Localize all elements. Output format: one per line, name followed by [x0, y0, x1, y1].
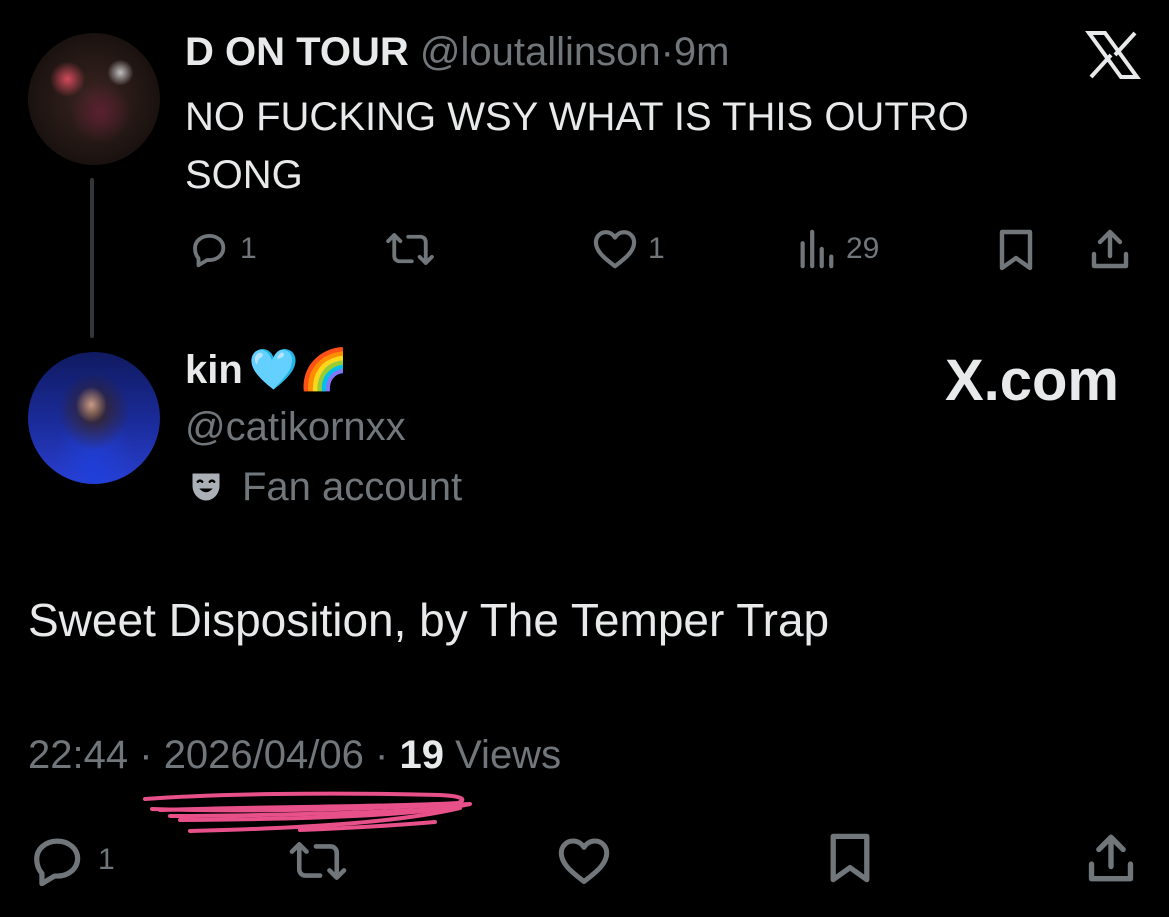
reply-icon — [193, 233, 226, 268]
reply-icon — [34, 838, 81, 886]
bookmark-icon — [999, 229, 1033, 271]
parent-tweet-text: NO FUCKING WSY WHAT IS THIS OUTRO SONG — [185, 95, 969, 197]
parent-like-count: 1 — [648, 232, 665, 265]
parent-avatar[interactable] — [28, 33, 160, 165]
x-com-logo: X.com — [944, 348, 1119, 413]
parent-views-count: 29 — [846, 232, 880, 265]
tweet-date[interactable]: 2026/04/06 — [164, 733, 364, 777]
views-icon — [800, 229, 834, 269]
parent-display-name[interactable]: D ON TOUR — [185, 30, 409, 74]
views-label: Views — [455, 733, 562, 777]
parent-reply-button[interactable]: 1 — [188, 228, 257, 270]
heart-icon — [593, 230, 637, 269]
parent-separator: · — [660, 30, 674, 74]
meta-separator-1: · — [139, 733, 153, 777]
x-logo-icon — [1085, 30, 1141, 85]
bookmark-icon — [830, 833, 870, 883]
reply-tweet-meta: 22:44 · 2026/04/06 · 19 Views — [28, 730, 561, 780]
theater-mask-icon — [192, 473, 220, 501]
share-icon — [1091, 229, 1129, 269]
parent-views-button[interactable]: 29 — [796, 228, 879, 270]
thread-line — [90, 178, 94, 338]
retweet-icon — [289, 842, 347, 880]
name-emojis: 🩵🌈 — [248, 348, 349, 392]
views-count[interactable]: 19 — [399, 733, 444, 777]
reply-name-row: kin 🩵🌈 — [185, 345, 348, 395]
parent-reply-count: 1 — [240, 232, 257, 265]
parent-bookmark-button[interactable] — [996, 228, 1036, 272]
parent-time-ago[interactable]: 9m — [674, 30, 730, 74]
share-icon — [1088, 834, 1134, 882]
reply-avatar[interactable] — [28, 352, 160, 484]
account-label-text: Fan account — [242, 465, 463, 509]
reply-retweet-button[interactable] — [287, 836, 349, 886]
parent-share-button[interactable] — [1088, 226, 1132, 272]
heart-icon — [558, 838, 610, 884]
retweet-icon — [386, 233, 434, 265]
parent-retweet-button[interactable] — [385, 228, 435, 270]
reply-reply-button[interactable]: 1 — [28, 834, 115, 886]
parent-handle[interactable]: @loutallinson — [420, 30, 661, 74]
reply-bookmark-button[interactable] — [826, 830, 874, 886]
reply-share-button[interactable] — [1084, 830, 1138, 886]
reply-display-name[interactable]: kin — [185, 345, 243, 395]
tweet-time[interactable]: 22:44 — [28, 733, 128, 777]
reply-reply-count: 1 — [98, 843, 115, 876]
parent-tweet-header: D ON TOUR @loutallinson·9m — [185, 28, 730, 76]
account-label: Fan account — [188, 462, 462, 512]
meta-separator-2: · — [375, 733, 389, 777]
parent-like-button[interactable]: 1 — [592, 228, 665, 270]
reply-like-button[interactable] — [555, 836, 613, 886]
reply-handle[interactable]: @catikornxx — [185, 402, 406, 452]
reply-tweet-text: Sweet Disposition, by The Temper Trap — [28, 594, 830, 646]
